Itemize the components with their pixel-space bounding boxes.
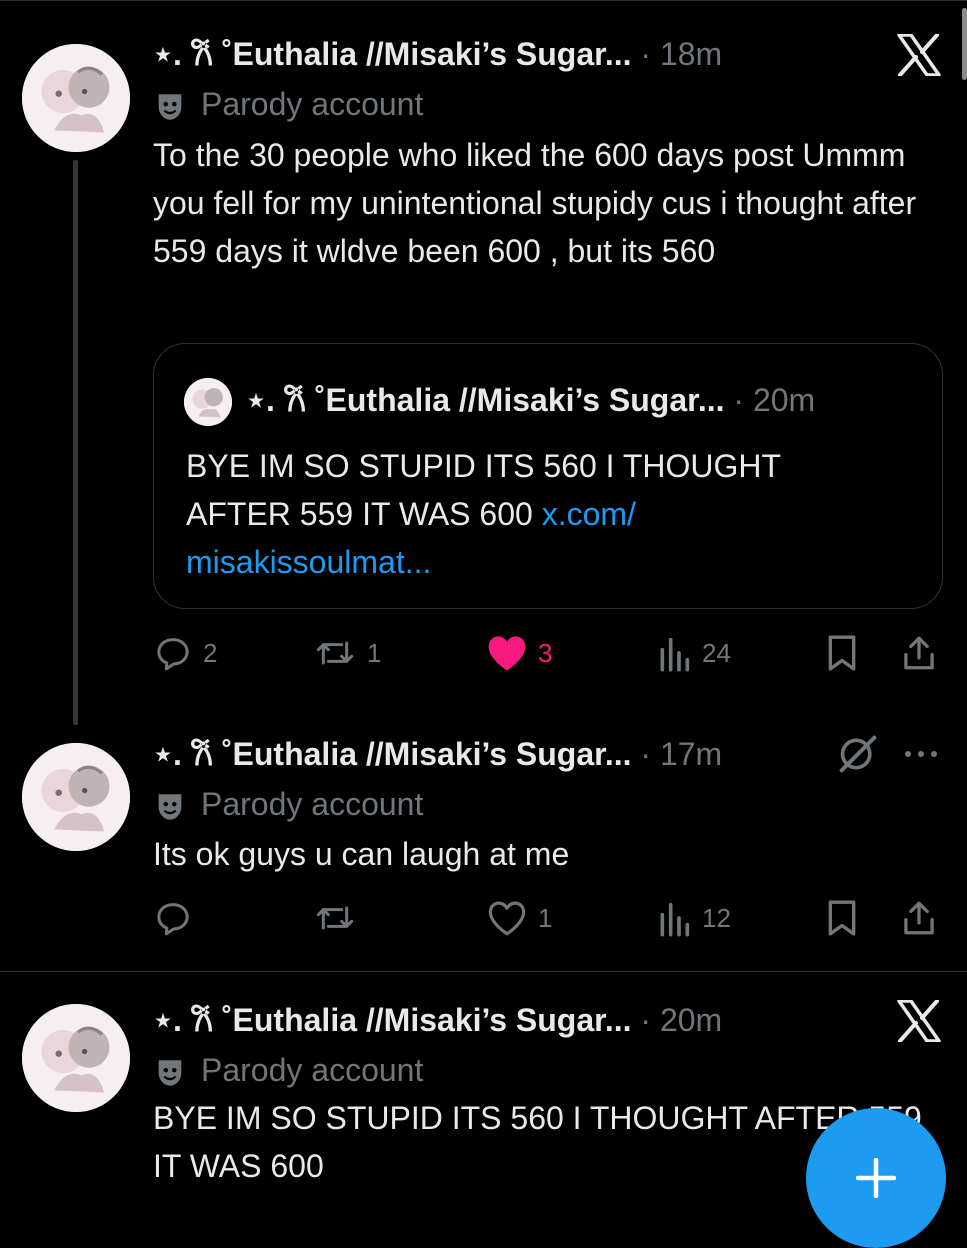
quoted-text: BYE IM SO STUPID ITS 560 I THOUGHT AFTER… [186, 448, 781, 532]
share-button[interactable] [901, 896, 937, 940]
x-logo-icon[interactable] [897, 33, 941, 81]
like-count: 1 [538, 902, 553, 933]
reply-count: 2 [203, 637, 218, 668]
repost-button[interactable]: 1 [313, 631, 381, 675]
tweet-header: ⋆. 𐙚 ˚Euthalia //Misaki’s Sugar... · 20m [153, 1000, 722, 1040]
share-icon [904, 636, 934, 670]
avatar [184, 378, 232, 426]
views-count: 24 [702, 637, 731, 668]
bookmark-button[interactable] [825, 631, 859, 675]
quoted-tweet-header: ⋆. 𐙚 ˚Euthalia //Misaki’s Sugar... · 20m [246, 380, 815, 420]
action-bar: 2 1 3 24 [153, 631, 943, 675]
share-icon [904, 901, 934, 935]
parody-label: Parody account [201, 86, 424, 122]
tweet[interactable]: ⋆. 𐙚 ˚Euthalia //Misaki’s Sugar... · 17m… [0, 720, 967, 970]
avatar-image [22, 743, 130, 851]
heart-icon [488, 901, 526, 936]
parody-badge: Parody account [153, 84, 423, 124]
avatar-image [184, 378, 232, 426]
avatar[interactable] [22, 1004, 130, 1112]
like-button[interactable]: 3 [486, 631, 552, 675]
tweet-text: To the 30 people who liked the 600 days … [153, 137, 917, 269]
grok-icon[interactable] [836, 734, 880, 779]
display-name[interactable]: ⋆. 𐙚 ˚Euthalia //Misaki’s Sugar... [153, 1002, 632, 1038]
views-button[interactable]: 24 [656, 631, 731, 675]
avatar[interactable] [22, 44, 130, 152]
bookmark-icon [828, 900, 856, 936]
bookmark-button[interactable] [825, 896, 859, 940]
tweet-header: ⋆. 𐙚 ˚Euthalia //Misaki’s Sugar... · 18m [153, 34, 722, 74]
theater-mask-icon [158, 1059, 182, 1086]
share-button[interactable] [901, 631, 937, 675]
parody-badge: Parody account [153, 1050, 423, 1090]
views-icon [660, 637, 690, 672]
views-button[interactable]: 12 [656, 896, 731, 940]
timestamp[interactable]: · 17m [640, 736, 722, 772]
reply-button[interactable] [153, 896, 203, 940]
display-name: ⋆. 𐙚 ˚Euthalia //Misaki’s Sugar... [246, 382, 725, 418]
parody-badge: Parody account [153, 784, 423, 824]
heart-filled-icon [488, 636, 526, 671]
avatar-image [22, 1004, 130, 1112]
tweet-header: ⋆. 𐙚 ˚Euthalia //Misaki’s Sugar... · 17m [153, 734, 722, 774]
tweet-text: Its ok guys u can laugh at me [153, 836, 570, 872]
plus-icon [856, 1158, 896, 1198]
parody-label: Parody account [201, 786, 424, 822]
quoted-tweet-text: BYE IM SO STUPID ITS 560 I THOUGHT AFTER… [186, 442, 886, 586]
timestamp: · 20m [733, 382, 816, 418]
quoted-tweet[interactable]: ⋆. 𐙚 ˚Euthalia //Misaki’s Sugar... · 20m… [153, 343, 943, 609]
views-count: 12 [702, 902, 731, 933]
action-bar: 1 12 [153, 896, 943, 940]
repost-button[interactable] [313, 896, 367, 940]
tweet[interactable]: ⋆. 𐙚 ˚Euthalia //Misaki’s Sugar... · 18m… [0, 0, 967, 725]
reply-icon [157, 638, 189, 671]
reply-button[interactable]: 2 [153, 631, 217, 675]
repost-icon [316, 906, 354, 930]
like-count: 3 [538, 637, 553, 668]
x-logo-icon[interactable] [897, 999, 941, 1047]
avatar-image [22, 44, 130, 152]
like-button[interactable]: 1 [486, 896, 552, 940]
repost-icon [316, 641, 354, 665]
display-name[interactable]: ⋆. 𐙚 ˚Euthalia //Misaki’s Sugar... [153, 736, 632, 772]
views-icon [660, 902, 690, 937]
timestamp[interactable]: · 20m [640, 1002, 722, 1038]
theater-mask-icon [158, 793, 182, 820]
thread-line [73, 160, 78, 725]
repost-count: 1 [367, 637, 382, 668]
theater-mask-icon [158, 93, 182, 120]
more-options-icon[interactable] [902, 744, 940, 769]
avatar[interactable] [22, 743, 130, 851]
bookmark-icon [828, 635, 856, 671]
compose-button[interactable] [806, 1108, 946, 1248]
parody-label: Parody account [201, 1052, 424, 1088]
display-name[interactable]: ⋆. 𐙚 ˚Euthalia //Misaki’s Sugar... [153, 36, 632, 72]
reply-icon [157, 903, 189, 936]
timestamp[interactable]: · 18m [640, 36, 722, 72]
